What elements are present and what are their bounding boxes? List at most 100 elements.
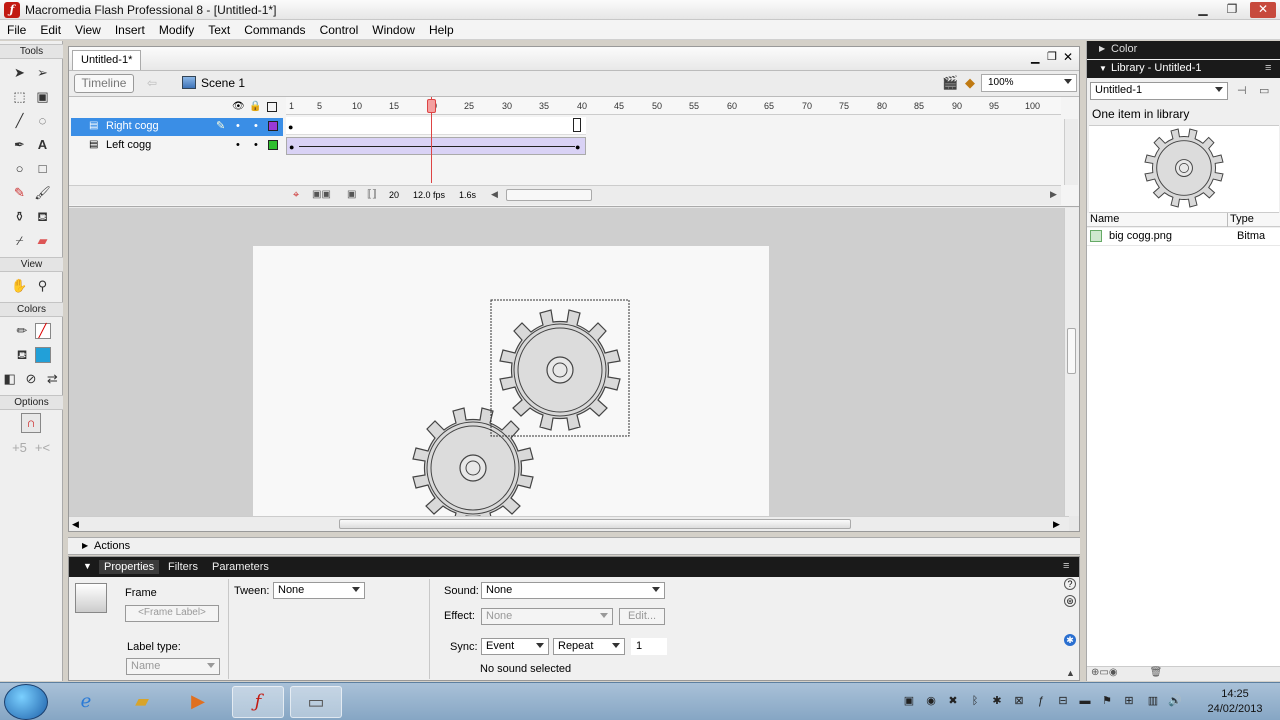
gradient-transform-icon[interactable]: ▣	[32, 86, 53, 108]
snap-magnet-icon[interactable]: ∩	[21, 413, 41, 433]
stroke-swatch[interactable]: ╱	[34, 323, 51, 339]
timeline-hscroll-thumb[interactable]	[506, 189, 592, 201]
menu-edit[interactable]: Edit	[33, 21, 68, 39]
arrow-tool-icon[interactable]: ➤	[9, 62, 30, 84]
pencil-tool-icon[interactable]: ✎	[9, 182, 30, 204]
col-name[interactable]: Name	[1090, 213, 1119, 225]
center-frame-icon[interactable]: ⌖	[293, 189, 299, 202]
keyframe-dot[interactable]: ●	[575, 142, 580, 152]
layer-color-swatch[interactable]	[268, 140, 278, 150]
layer-left-cogg[interactable]: ▤ Left cogg • •	[71, 137, 283, 155]
window-taskbar-icon[interactable]: ▭	[290, 686, 342, 718]
keyframe-dot[interactable]: ●	[288, 122, 293, 132]
media-player-icon[interactable]: ▶	[172, 686, 224, 718]
new-library-icon[interactable]: ▭	[1259, 84, 1269, 97]
lock-dot[interactable]: •	[254, 120, 258, 132]
oval-tool-icon[interactable]: ○	[9, 158, 30, 180]
line-tool-icon[interactable]: ╱	[9, 110, 30, 132]
col-type[interactable]: Type	[1230, 213, 1254, 225]
panel-menu-icon[interactable]: ≡	[1063, 560, 1069, 572]
brush-tool-icon[interactable]: 🖌	[32, 182, 53, 204]
timeline-vscroll[interactable]	[1064, 119, 1078, 185]
menu-file[interactable]: File	[0, 21, 33, 39]
expand-arrow-icon[interactable]: ▶	[82, 541, 88, 550]
help-icon[interactable]: ?	[1064, 578, 1076, 590]
volume-icon[interactable]: 🔊	[1168, 694, 1182, 708]
label-type-select[interactable]: Name	[126, 658, 220, 675]
straighten-icon[interactable]: +<	[32, 437, 53, 459]
tab-properties[interactable]: Properties	[99, 560, 160, 574]
collapse-arrow-icon[interactable]: ▼	[83, 561, 92, 571]
scene-label[interactable]: Scene 1	[201, 76, 245, 90]
expand-arrow-icon[interactable]: ▶	[1099, 44, 1105, 53]
tray-icon[interactable]: ⊠	[1012, 694, 1026, 708]
scroll-right-icon[interactable]: ▶	[1050, 189, 1057, 200]
frame-ruler[interactable]: 1 5 10 15 20 25 30 35 40 45 50 55 60 65 …	[286, 97, 1061, 115]
library-list[interactable]	[1087, 246, 1280, 666]
end-frame[interactable]	[573, 118, 581, 132]
scroll-right-icon[interactable]: ▶	[1053, 519, 1060, 530]
stage-vscroll[interactable]	[1064, 208, 1079, 516]
tray-icon[interactable]: ⊟	[1056, 694, 1070, 708]
back-arrow-icon[interactable]: ⇦	[147, 76, 157, 90]
fill-color-icon[interactable]: ⛾	[12, 344, 33, 366]
edit-scene-icon[interactable]: 🎬	[942, 75, 958, 91]
tab-filters[interactable]: Filters	[163, 560, 203, 574]
repeat-count-input[interactable]: 1	[631, 638, 667, 655]
rectangle-tool-icon[interactable]: □	[32, 158, 53, 180]
color-panel-bar[interactable]: ▶ Color	[1087, 41, 1280, 59]
clock[interactable]: 14:25 24/02/2013	[1200, 687, 1270, 717]
black-white-icon[interactable]: ◧	[0, 368, 19, 390]
modify-markers-icon[interactable]: ⟦⟧	[367, 189, 377, 200]
eyedropper-icon[interactable]: ⌿	[9, 230, 30, 252]
hand-tool-icon[interactable]: ✋	[9, 275, 30, 297]
pen-tool-icon[interactable]: ✒	[9, 134, 30, 156]
sound-select[interactable]: None	[481, 582, 665, 599]
menu-view[interactable]: View	[68, 21, 108, 39]
frames-right-cogg[interactable]: ●	[286, 117, 586, 135]
eye-icon[interactable]: 👁	[232, 101, 245, 112]
scroll-left-icon[interactable]: ◀	[72, 519, 79, 530]
timeline-button[interactable]: Timeline	[74, 74, 134, 93]
menu-commands[interactable]: Commands	[237, 21, 312, 39]
stage-hscroll[interactable]: ◀ ▶	[69, 516, 1069, 531]
left-cog[interactable]	[412, 407, 534, 516]
outline-icon[interactable]	[267, 102, 277, 112]
keyframe-dot[interactable]: ●	[289, 142, 294, 152]
visible-dot[interactable]: •	[236, 120, 240, 132]
swap-colors-icon[interactable]: ⇄	[43, 368, 62, 390]
lock-dot[interactable]: •	[254, 139, 258, 151]
accessibility-icon[interactable]: ⊛	[1064, 595, 1076, 607]
playhead[interactable]	[427, 99, 436, 113]
ink-bottle-icon[interactable]: ⚱	[9, 206, 30, 228]
doc-close-icon[interactable]: ✕	[1063, 50, 1073, 64]
menu-text[interactable]: Text	[201, 21, 237, 39]
sync-select[interactable]: Event	[481, 638, 549, 655]
flash-taskbar-icon[interactable]: ƒ	[232, 686, 284, 718]
library-panel-bar[interactable]: ▼ Library - Untitled-1 ≡	[1087, 60, 1280, 78]
library-item[interactable]: big cogg.png Bitma	[1087, 228, 1280, 246]
expand-panel-icon[interactable]: ▲	[1066, 668, 1075, 678]
menu-help[interactable]: Help	[422, 21, 461, 39]
tray-icon[interactable]: ⚑	[1100, 694, 1114, 708]
visible-dot[interactable]: •	[236, 139, 240, 151]
explorer-icon[interactable]: ▰	[116, 686, 168, 718]
edit-sound-icon[interactable]: ✱	[1064, 634, 1076, 646]
menu-insert[interactable]: Insert	[108, 21, 152, 39]
library-select[interactable]: Untitled-1	[1090, 82, 1228, 100]
frame-label-input[interactable]: <Frame Label>	[125, 605, 219, 622]
tray-icon[interactable]: ✱	[990, 694, 1004, 708]
subselect-tool-icon[interactable]: ➢	[32, 62, 53, 84]
hscroll-thumb[interactable]	[339, 519, 851, 529]
stage[interactable]	[253, 246, 769, 516]
pin-library-icon[interactable]: ⊣	[1237, 84, 1247, 97]
vscroll-thumb[interactable]	[1067, 328, 1076, 374]
ie-icon[interactable]: ℯ	[60, 686, 112, 718]
panel-menu-icon[interactable]: ≡	[1265, 62, 1271, 74]
close-icon[interactable]: ✕	[1250, 2, 1276, 18]
lasso-tool-icon[interactable]: ◌	[32, 110, 53, 132]
onion-skin-icon[interactable]: ▣▣	[312, 189, 331, 200]
layer-color-swatch[interactable]	[268, 121, 278, 131]
right-cog[interactable]	[499, 309, 621, 431]
layer-right-cogg[interactable]: ▤ Right cogg ✎ • •	[71, 118, 283, 136]
